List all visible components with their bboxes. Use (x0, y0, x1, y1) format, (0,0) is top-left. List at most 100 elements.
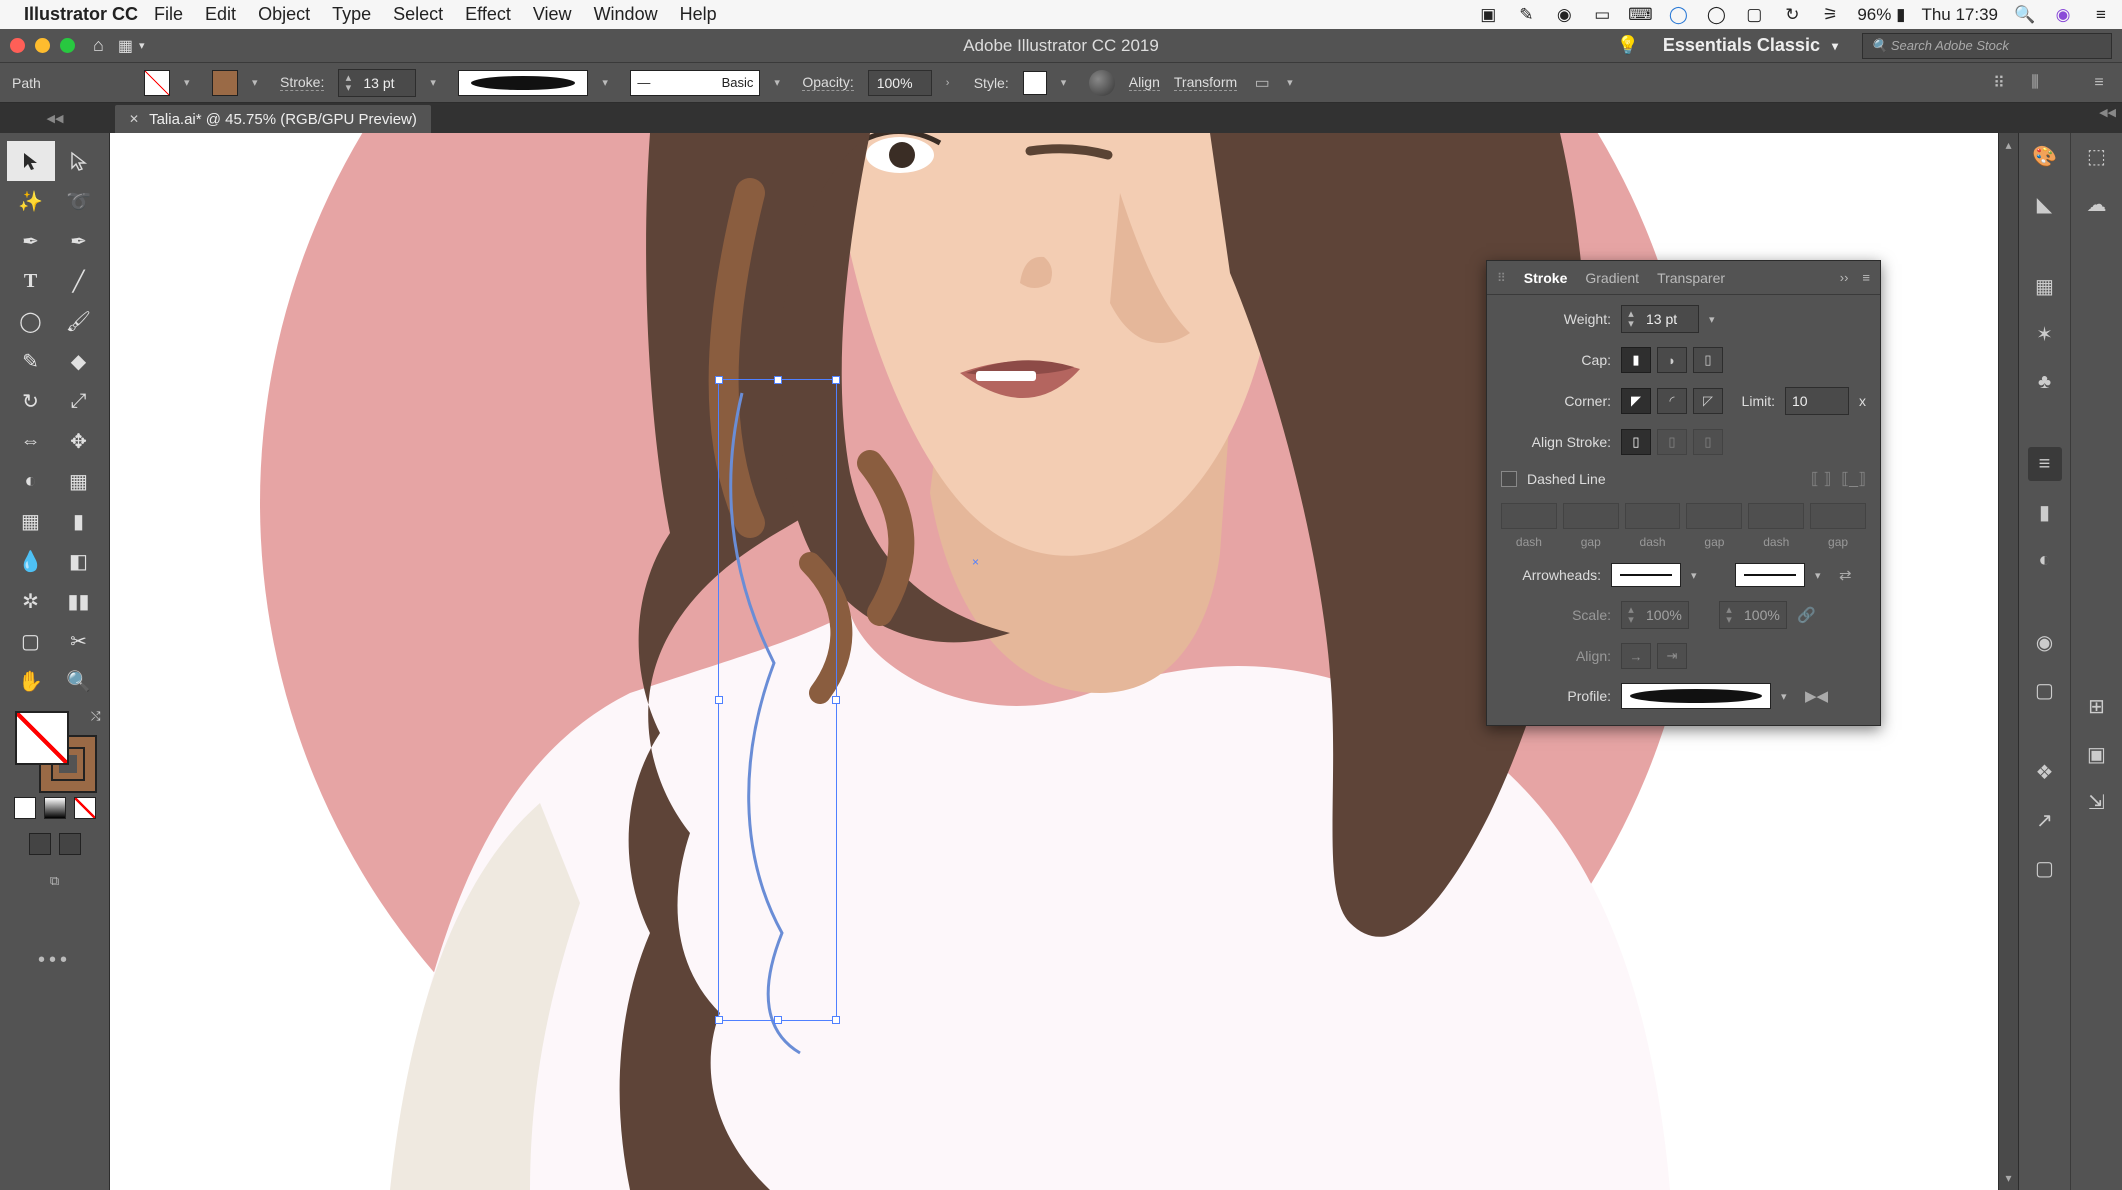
tab-transparency[interactable]: Transparer (1657, 270, 1725, 286)
dash-align-icon[interactable]: ⟦_⟧ (1841, 469, 1866, 489)
tool-direct-selection[interactable] (55, 141, 103, 181)
arrowhead-end[interactable] (1735, 563, 1805, 587)
panel-transparency-icon[interactable]: ◐ (2028, 543, 2062, 577)
menubar-timemachine-icon[interactable]: ↻ (1781, 5, 1803, 25)
scale-link-icon[interactable]: 🔗 (1797, 606, 1816, 624)
corner-bevel-button[interactable]: ◸ (1693, 388, 1723, 414)
panel-assetexport-icon[interactable]: ↗ (2028, 803, 2062, 837)
panel-gradient-icon[interactable]: ▮ (2028, 495, 2062, 529)
align-outside-button[interactable]: ▯ (1693, 429, 1723, 455)
fill-swatch[interactable] (144, 70, 170, 96)
gap1-field[interactable] (1563, 503, 1619, 529)
align-inside-button[interactable]: ▯ (1657, 429, 1687, 455)
tab-stroke[interactable]: Stroke (1524, 270, 1568, 286)
tool-mesh[interactable]: ▦ (7, 501, 55, 541)
tool-shape-builder[interactable]: ◐ (7, 461, 55, 501)
tool-free-transform[interactable]: ✥ (55, 421, 103, 461)
menu-view[interactable]: View (533, 4, 572, 25)
transform-label[interactable]: Transform (1174, 74, 1237, 91)
brush-definition[interactable]: —Basic (630, 70, 760, 96)
tool-perspective[interactable]: ▦ (55, 461, 103, 501)
arrow-align-1[interactable]: → (1621, 643, 1651, 669)
window-close-button[interactable] (10, 38, 25, 53)
layout-list-icon[interactable]: ⫼ (2024, 74, 2046, 92)
stroke-swatch[interactable] (212, 70, 238, 96)
menu-window[interactable]: Window (594, 4, 658, 25)
panel-appearance-icon[interactable]: ◉ (2028, 625, 2062, 659)
panel-collapse-right[interactable]: ◀◀ (2099, 106, 2116, 119)
home-button[interactable]: ⌂ (93, 35, 104, 56)
handle-n[interactable] (774, 376, 782, 384)
weight-dropdown[interactable]: ▾ (1709, 313, 1723, 326)
fill-stroke-indicator[interactable]: ⤭ (15, 711, 95, 791)
tool-gradient[interactable]: ▮ (55, 501, 103, 541)
color-mode-gradient[interactable] (44, 797, 66, 819)
handle-nw[interactable] (715, 376, 723, 384)
panel-graphicstyles-icon[interactable]: ▢ (2028, 673, 2062, 707)
menubar-displays-icon[interactable]: ▭ (1591, 5, 1613, 25)
tool-hand[interactable]: ✋ (7, 661, 55, 701)
menubar-notifications-icon[interactable]: ≡ (2090, 5, 2112, 25)
variable-width-profile[interactable] (458, 70, 588, 96)
profile-swatch[interactable] (1621, 683, 1771, 709)
menubar-circle-icon[interactable]: ◯ (1705, 5, 1727, 25)
arrow-scale-start[interactable]: ▴▾ (1621, 601, 1689, 629)
handle-ne[interactable] (832, 376, 840, 384)
panel-grip-icon[interactable]: ⠿ (1497, 271, 1506, 285)
menubar-battery[interactable]: 96% ▮ (1857, 5, 1905, 25)
panel-layers-icon[interactable]: ❖ (2028, 755, 2062, 789)
panel-align-icon[interactable]: ⊞ (2080, 689, 2114, 723)
menu-select[interactable]: Select (393, 4, 443, 25)
panel-symbols-icon[interactable]: ♣ (2028, 365, 2062, 399)
tool-line[interactable]: ╱ (55, 261, 103, 301)
menu-effect[interactable]: Effect (465, 4, 511, 25)
tool-eyedropper[interactable]: 💧 (7, 541, 55, 581)
tool-zoom[interactable]: 🔍 (55, 661, 103, 701)
tool-blend[interactable]: ◧ (55, 541, 103, 581)
swap-arrowheads-icon[interactable]: ⇄ (1839, 566, 1852, 584)
arrow-scale-end[interactable]: ▴▾ (1719, 601, 1787, 629)
tool-selection[interactable] (7, 141, 55, 181)
panel-swatches-icon[interactable]: ▦ (2028, 269, 2062, 303)
stroke-weight-dropdown[interactable]: ▾ (430, 76, 444, 89)
panel-properties-icon[interactable]: ⬚ (2080, 139, 2114, 173)
menubar-evernote-icon[interactable]: ✎ (1515, 5, 1537, 25)
menubar-clock[interactable]: Thu 17:39 (1921, 5, 1998, 25)
arrowhead-start-dropdown[interactable]: ▾ (1691, 569, 1705, 582)
color-mode-color[interactable] (14, 797, 36, 819)
isolate-dropdown[interactable]: ▾ (1287, 76, 1301, 89)
tool-paintbrush[interactable]: 🖌 (55, 301, 103, 341)
panel-menu-icon[interactable]: ≡ (2088, 74, 2110, 92)
arrowhead-end-dropdown[interactable]: ▾ (1815, 569, 1829, 582)
profile-flip-icon[interactable]: ▶◀ (1805, 687, 1828, 705)
stroke-weight-field[interactable]: ▴▾ (338, 69, 416, 97)
fill-color-box[interactable] (15, 711, 69, 765)
stock-search[interactable]: 🔍 Search Adobe Stock (1862, 33, 2112, 59)
menu-help[interactable]: Help (680, 4, 717, 25)
panel-menu-icon[interactable]: ≡ (1862, 270, 1870, 285)
recolor-artwork-button[interactable] (1089, 70, 1115, 96)
dash-preserve-icon[interactable]: ⟦ ⟧ (1811, 469, 1831, 489)
corner-miter-button[interactable]: ◤ (1621, 388, 1651, 414)
menubar-app-icon[interactable]: ◯ (1667, 5, 1689, 25)
swap-fill-stroke-icon[interactable]: ⤭ (91, 709, 101, 724)
dashed-line-label[interactable]: Dashed Line (1527, 471, 1606, 487)
screen-mode-full[interactable] (59, 833, 81, 855)
panel-stroke-icon[interactable]: ≡ (2028, 447, 2062, 481)
opacity-field[interactable]: 100% (868, 70, 932, 96)
panel-pathfinder-icon[interactable]: ▣ (2080, 737, 2114, 771)
graphic-style-swatch[interactable] (1023, 71, 1047, 95)
tool-lasso[interactable]: ➰ (55, 181, 103, 221)
tool-scale[interactable]: ⤢ (55, 381, 103, 421)
tool-pencil[interactable]: ✎ (7, 341, 55, 381)
weight-field[interactable]: ▴▾ (1621, 305, 1699, 333)
tool-type[interactable]: T (7, 261, 55, 301)
tool-curvature[interactable]: ✒ (55, 221, 103, 261)
menu-file[interactable]: File (154, 4, 183, 25)
dash2-field[interactable] (1625, 503, 1681, 529)
menubar-spotlight-icon[interactable]: 🔍 (2014, 5, 2036, 25)
tool-magic-wand[interactable]: ✨ (7, 181, 55, 221)
document-tab[interactable]: ✕ Talia.ai* @ 45.75% (RGB/GPU Preview) (115, 105, 431, 133)
opacity-label[interactable]: Opacity: (802, 74, 853, 91)
panel-colorguide-icon[interactable]: ◣ (2028, 187, 2062, 221)
